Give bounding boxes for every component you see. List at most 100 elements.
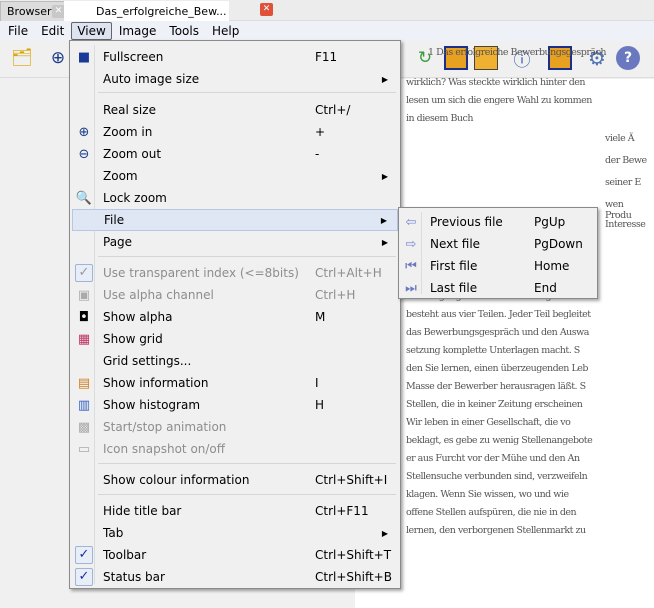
menu-item-label: Next file [430,237,481,251]
document-text-line: Masse der Bewerber herausragen läßt. S [406,381,586,392]
menu-item-label: Real size [103,103,156,117]
document-text-line: in diesem Buch [406,113,473,124]
document-text-line: den Sie lernen, einen überzeugenden Leb [406,363,588,374]
document-text-line: klagen. Wenn Sie wissen, wo und wie [406,489,569,500]
view-menu-item-toolbar[interactable]: ✓ Toolbar Ctrl+Shift+T [72,544,398,566]
menu-item-shortcut: Ctrl+Alt+H [315,266,382,280]
view-menu-item-show-alpha[interactable]: ◘ Show alpha M [72,306,398,328]
menu-separator [98,256,396,257]
document-text-line: Stellen, die in keiner Zeitung erscheine… [406,399,583,410]
zoom-in-icon: ⊕ [78,124,90,140]
file-submenu: ⇦ Previous file PgUp ⇨ Next file PgDown ⏮ First… [398,207,598,299]
file-submenu-item-first-file[interactable]: ⏮ First file Home [401,255,597,277]
view-menu-item-page[interactable]: Page ▶ [72,231,398,253]
menu-item-label: Hide title bar [103,504,182,518]
lock-zoom-icon: 🔍 [75,190,93,206]
document-text-line: seiner E [605,177,641,188]
document-text-line: offene Stellen aufspüren, die nie in den [406,507,577,518]
document-text-line: Wir leben in einer Gesellschaft, die vo [406,417,571,428]
view-menu-item-tab[interactable]: Tab ▶ [72,522,398,544]
view-menu-item-start-stop-animation[interactable]: ▩ Start/stop animation [72,416,398,438]
menu-item-shortcut: Ctrl+H [315,288,356,302]
menu-item-label: Auto image size [103,72,200,86]
view-menu-item-real-size[interactable]: Real size Ctrl+/ [72,99,398,121]
tab-document[interactable]: Das_erfolgreiche_Bew... [64,1,229,21]
view-menu-item-status-bar[interactable]: ✓ Status bar Ctrl+Shift+B [72,566,398,588]
view-menu: ■ Fullscreen F11 Auto image size ▶ Real size C… [69,40,401,589]
menu-item-label: Lock zoom [103,191,167,205]
menu-separator [98,92,396,93]
zoom-in-icon[interactable]: ⊕ [46,46,70,70]
menu-item-label: Status bar [103,570,165,584]
document-text-line: wirklich? Was steckte wirklich hinter de… [406,77,586,88]
menu-item-label: Zoom out [103,147,162,161]
document-text-line: setzung komplette Unterlagen macht. S [406,345,580,356]
view-menu-item-use-transparent-index-8bits[interactable]: ✓ Use transparent index (<=8bits) Ctrl+Alt… [72,262,398,284]
view-menu-item-file[interactable]: File ▶ [72,209,398,231]
folder-tree-icon[interactable]: 🗂 [10,46,34,70]
view-menu-item-icon-snapshot-on-off[interactable]: ▭ Icon snapshot on/off [72,438,398,460]
view-menu-item-show-histogram[interactable]: ▥ Show histogram H [72,394,398,416]
document-text-line: das Bewerbungsgespräch und den Auswa [406,327,589,338]
menu-item-label: File [104,213,125,227]
menu-separator [98,494,396,495]
view-menu-item-hide-title-bar[interactable]: Hide title bar Ctrl+F11 [72,500,398,522]
menu-item-label: Icon snapshot on/off [103,442,226,456]
view-menu-item-show-information[interactable]: ▤ Show information I [72,372,398,394]
view-menu-item-fullscreen[interactable]: ■ Fullscreen F11 [72,46,398,68]
menu-edit[interactable]: Edit [35,22,70,40]
animation-icon: ▩ [77,419,91,435]
view-menu-item-zoom[interactable]: Zoom ▶ [72,165,398,187]
file-submenu-item-previous-file[interactable]: ⇦ Previous file PgUp [401,211,597,233]
last-file-icon: ⏭ [405,280,417,296]
view-menu-item-auto-image-size[interactable]: Auto image size ▶ [72,68,398,90]
menu-help[interactable]: Help [206,22,245,40]
document-text-line: lesen um sich die engere Wahl zu kommen [406,95,592,106]
menu-item-shortcut: Ctrl+/ [315,103,351,117]
menu-item-shortcut: I [315,376,319,390]
menu-item-label: Show colour information [103,473,250,487]
menu-item-shortcut: Ctrl+Shift+B [315,570,392,584]
view-menu-item-show-colour-information[interactable]: Show colour information Ctrl+Shift+I [72,469,398,491]
menu-tools[interactable]: Tools [163,22,205,40]
view-menu-item-grid-settings[interactable]: Grid settings... [72,350,398,372]
menu-item-shortcut: PgDown [534,237,583,251]
menu-item-label: Previous file [430,215,503,229]
menu-image[interactable]: Image [113,22,163,40]
menu-file[interactable]: File [2,22,34,40]
view-menu-item-zoom-in[interactable]: ⊕ Zoom in + [72,121,398,143]
view-menu-item-show-grid[interactable]: ▦ Show grid [72,328,398,350]
submenu-arrow-icon: ▶ [381,528,388,538]
document-text-line: beklagt, es gebe zu wenig Stellenangebot… [406,435,593,446]
check-icon: ✓ [73,264,95,282]
previous-file-icon: ⇦ [405,214,417,230]
menu-item-label: Page [103,235,133,249]
file-submenu-item-last-file[interactable]: ⏭ Last file End [401,277,597,299]
menu-bar: File Edit View Image Tools Help [0,21,654,41]
checkmark-icon: ✓ [73,568,95,586]
submenu-arrow-icon: ▶ [381,171,388,181]
file-submenu-item-next-file[interactable]: ⇨ Next file PgDown [401,233,597,255]
document-text-line: er aus Furcht vor der Mühe und den An [406,453,580,464]
menu-item-label: Show alpha [103,310,173,324]
menu-item-label: Use alpha channel [103,288,214,302]
view-menu-item-use-alpha-channel[interactable]: ▣ Use alpha channel Ctrl+H [72,284,398,306]
close-icon[interactable]: ✕ [260,3,273,16]
menu-item-label: Show information [103,376,209,390]
menu-item-shortcut: M [315,310,326,324]
grid-icon: ▦ [77,331,91,347]
tab-browser[interactable]: Browser ✕ [0,1,66,21]
menu-item-shortcut: Ctrl+F11 [315,504,369,518]
histogram-icon: ▥ [77,397,91,413]
view-menu-item-zoom-out[interactable]: ⊖ Zoom out - [72,143,398,165]
menu-view[interactable]: View [71,22,112,40]
view-menu-item-lock-zoom[interactable]: 🔍 Lock zoom [72,187,398,209]
document-text-line: Stellensuche verbunden sind, verzweifeln [406,471,588,482]
menu-item-label: Tab [103,526,124,540]
menu-item-label: Last file [430,281,478,295]
menu-item-shortcut: Home [534,259,570,273]
zoom-out-icon: ⊖ [78,146,90,162]
alpha-channel-icon: ▣ [77,287,91,303]
menu-item-label: Grid settings... [103,354,192,368]
menu-item-label: Fullscreen [103,50,164,64]
